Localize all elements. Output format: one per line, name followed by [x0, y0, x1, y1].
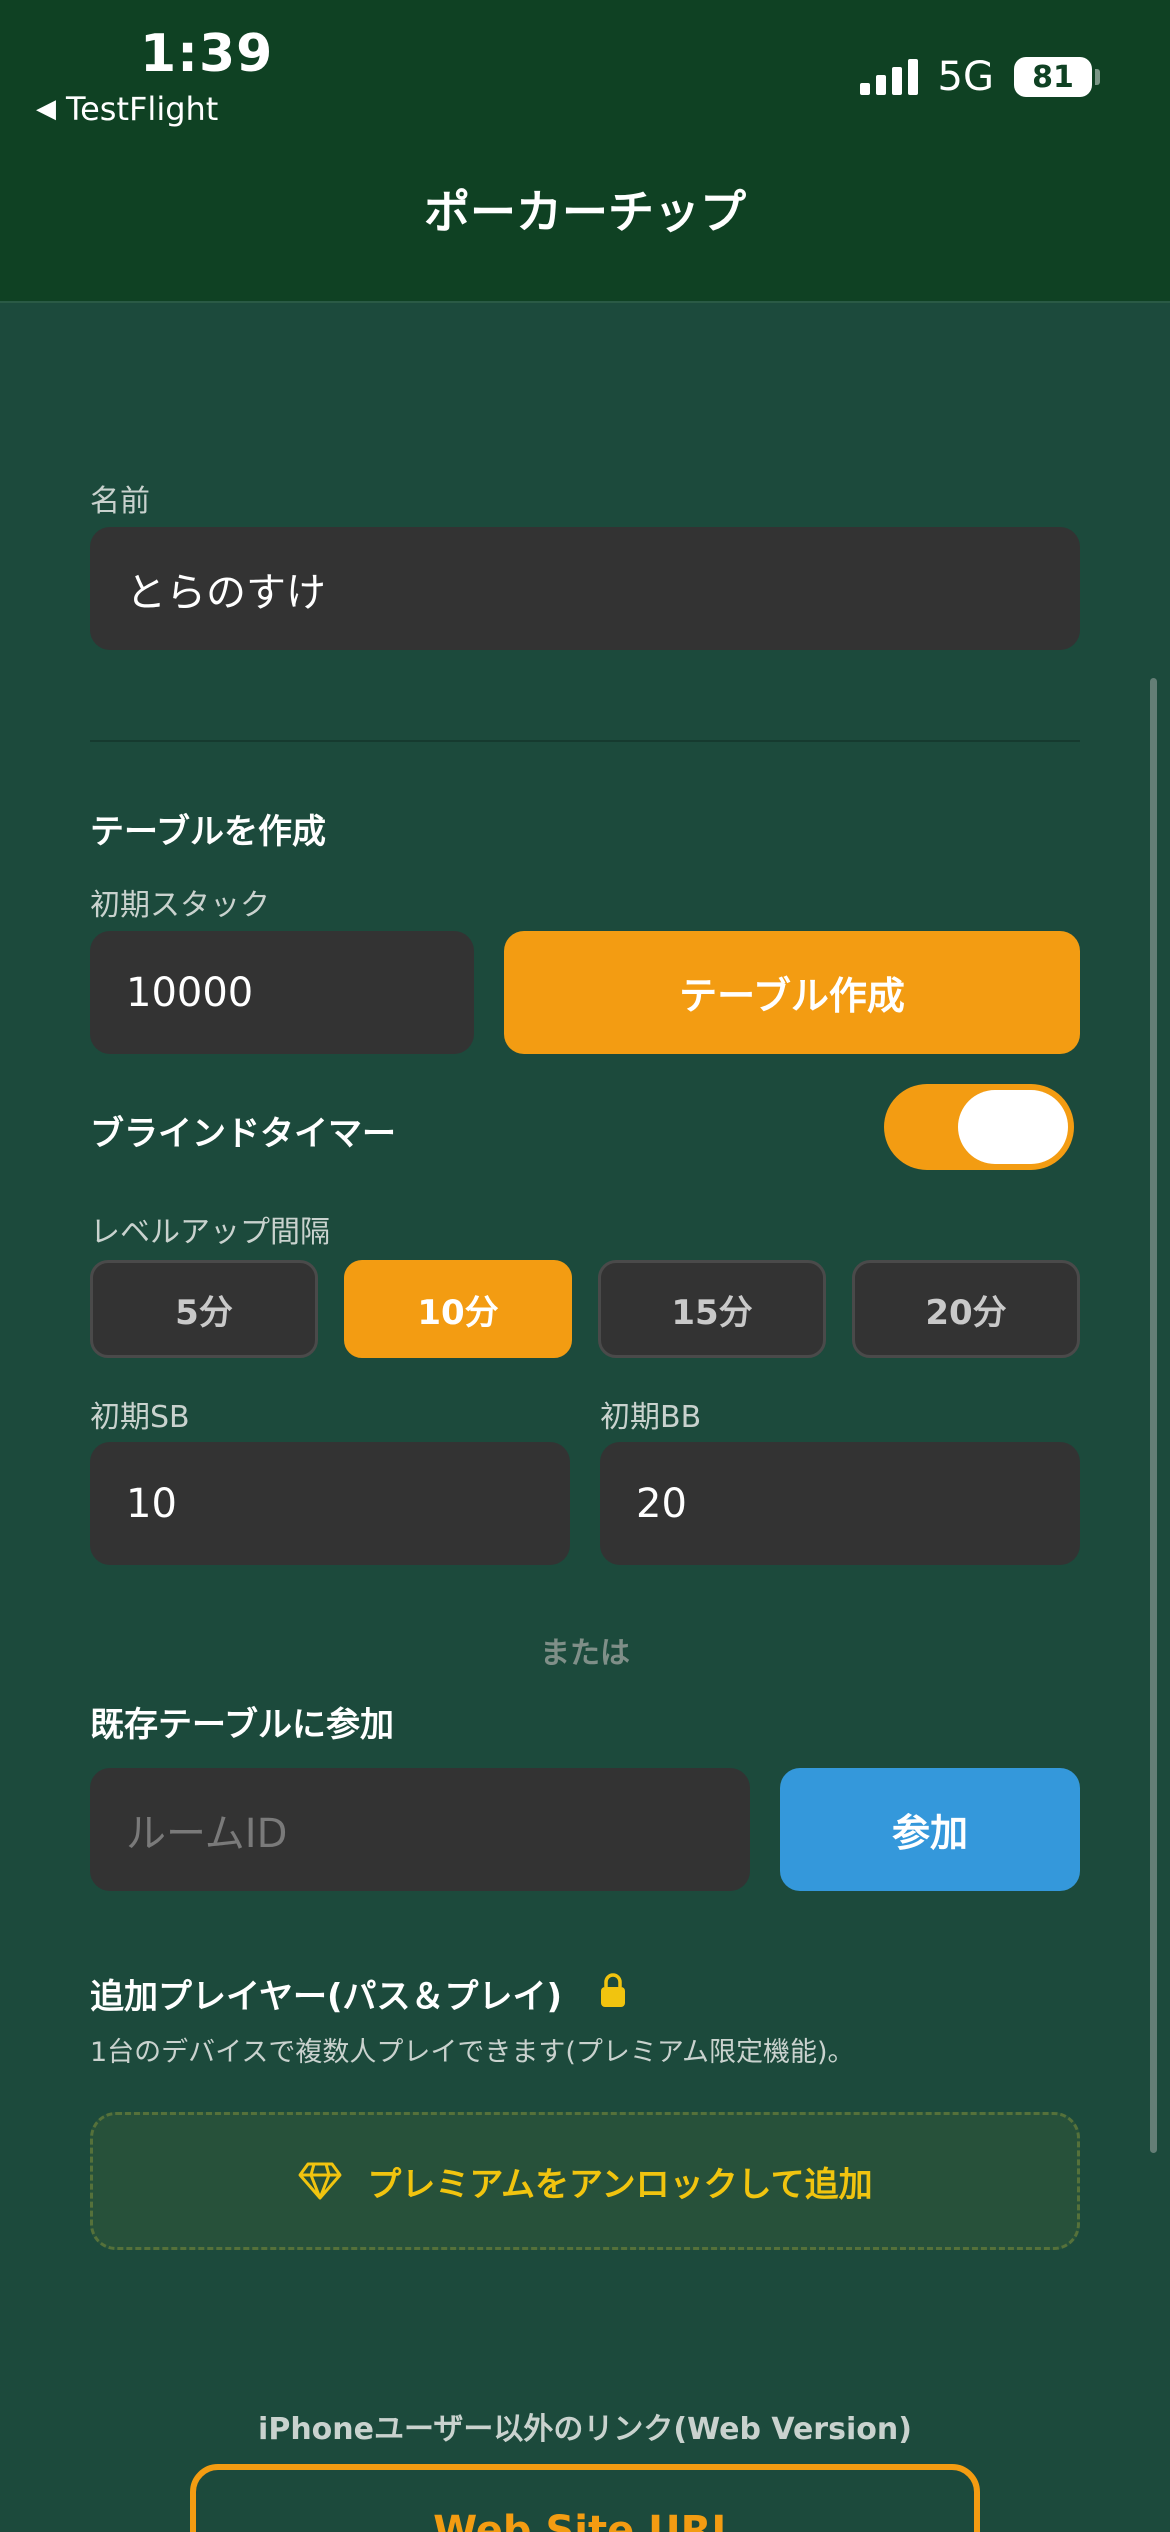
- name-label: 名前: [90, 484, 150, 519]
- initial-stack-label: 初期スタック: [90, 888, 270, 923]
- back-to-testflight[interactable]: ◀ TestFlight: [36, 90, 218, 128]
- initial-bb-input[interactable]: 20: [600, 1442, 1080, 1565]
- level-interval-label: レベルアップ間隔: [90, 1215, 330, 1250]
- blind-timer-label: ブラインドタイマー: [90, 1114, 396, 1154]
- initial-stack-input[interactable]: 10000: [90, 931, 474, 1054]
- blind-timer-toggle[interactable]: [884, 1084, 1074, 1170]
- interval-option-5[interactable]: 5分: [90, 1260, 318, 1358]
- battery-level: 81: [1032, 59, 1074, 95]
- unlock-premium-label: プレミアムをアンロックして追加: [367, 2164, 873, 2205]
- or-separator: または: [540, 1636, 630, 1671]
- create-table-button[interactable]: テーブル作成: [504, 931, 1080, 1054]
- network-type: 5G: [937, 54, 994, 100]
- page-title: ポーカーチップ: [424, 185, 746, 239]
- web-site-url-label: Web Site URL: [433, 2508, 737, 2532]
- header: 1:39 ◀ TestFlight 5G 81 ポーカーチップ: [0, 0, 1170, 303]
- extra-players-title: 追加プレイヤー(パス＆プレイ): [90, 1977, 563, 2017]
- interval-option-15[interactable]: 15分: [598, 1260, 826, 1358]
- join-button[interactable]: 参加: [780, 1768, 1080, 1891]
- create-table-title: テーブルを作成: [90, 812, 326, 852]
- back-arrow-icon: ◀: [36, 94, 56, 124]
- lock-icon: [601, 1973, 625, 2007]
- status-indicators: 5G 81: [859, 54, 1100, 100]
- section-divider: [90, 740, 1080, 742]
- initial-bb-label: 初期BB: [600, 1400, 702, 1435]
- back-label: TestFlight: [66, 90, 219, 128]
- scrollbar[interactable]: [1150, 678, 1157, 2153]
- web-version-caption: iPhoneユーザー以外のリンク(Web Version): [258, 2412, 912, 2447]
- status-time: 1:39: [140, 24, 274, 84]
- signal-icon: [859, 59, 918, 95]
- web-site-url-button[interactable]: Web Site URL: [190, 2464, 980, 2532]
- join-table-title: 既存テーブルに参加: [90, 1705, 394, 1745]
- initial-sb-input[interactable]: 10: [90, 1442, 570, 1565]
- interval-option-10[interactable]: 10分: [344, 1260, 572, 1358]
- toggle-knob: [958, 1090, 1068, 1164]
- extra-players-description: 1台のデバイスで複数人プレイできます(プレミアム限定機能)。: [90, 2037, 855, 2068]
- initial-sb-label: 初期SB: [90, 1400, 190, 1435]
- interval-option-20[interactable]: 20分: [852, 1260, 1080, 1358]
- name-input[interactable]: とらのすけ: [90, 527, 1080, 650]
- battery-icon: 81: [1014, 57, 1100, 97]
- unlock-premium-button[interactable]: プレミアムをアンロックして追加: [90, 2112, 1080, 2250]
- diamond-icon: [298, 2162, 342, 2200]
- room-id-input[interactable]: ルームID: [90, 1768, 750, 1891]
- app-screen: 1:39 ◀ TestFlight 5G 81 ポーカーチップ 名前 とらのすけ…: [0, 0, 1170, 2532]
